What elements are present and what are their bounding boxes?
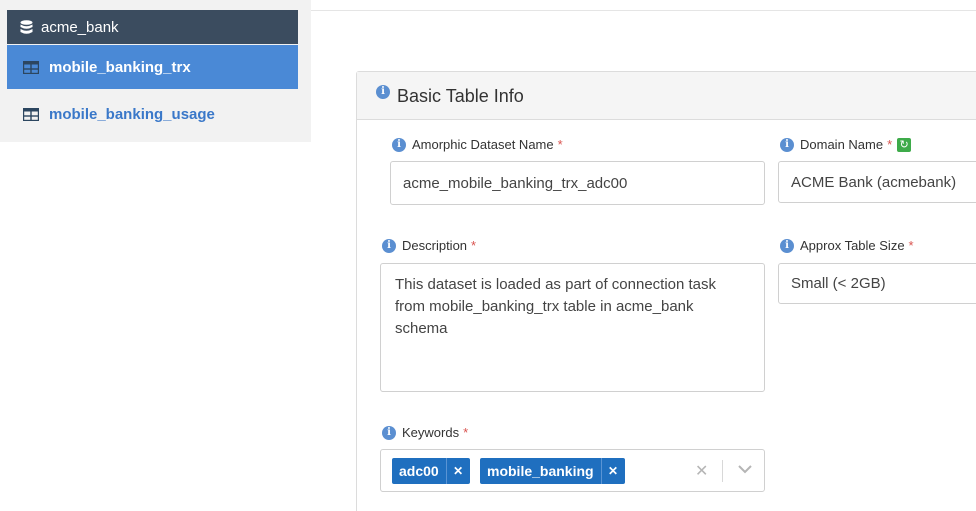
keyword-tag-adc00: adc00 ✕ [392,458,470,484]
dataset-name-input[interactable]: acme_mobile_banking_trx_adc00 [390,161,765,205]
info-icon[interactable]: i [392,137,406,152]
description-line: schema [395,320,448,337]
description-label: i Description * [382,238,476,253]
refresh-icon[interactable]: ↻ [897,137,912,152]
sidebar-item-label: mobile_banking_usage [49,105,215,123]
info-icon[interactable]: i [382,425,396,440]
sidebar: acme_bank mobile_banking_trx mobile_bank… [0,0,311,142]
database-icon [20,19,33,34]
required-mark: * [557,137,563,152]
table-size-label-text: Approx Table Size [800,238,905,253]
required-mark: * [463,425,469,440]
dropdown-separator [722,460,723,482]
keywords-label: i Keywords * [382,425,468,440]
panel-title: Basic Table Info [397,86,524,106]
table-size-select[interactable]: Small (< 2GB) [778,263,976,304]
sidebar-schema-acme-bank[interactable]: acme_bank [7,10,298,44]
remove-tag-icon[interactable]: ✕ [445,458,470,484]
description-line: This dataset is loaded as part of connec… [395,276,717,293]
info-icon[interactable]: i [780,137,794,152]
table-size-value: Small (< 2GB) [791,275,886,292]
required-mark: * [908,238,914,253]
info-icon[interactable]: i [780,238,794,253]
info-icon[interactable]: i [382,238,396,253]
table-size-label: i Approx Table Size * [780,238,914,253]
required-mark: * [471,238,477,253]
clear-all-icon[interactable]: ✕ [695,461,708,481]
keywords-multiselect[interactable]: adc00 ✕ mobile_banking ✕ ✕ [380,449,765,492]
sidebar-item-label: mobile_banking_trx [49,58,191,76]
required-mark: * [887,137,893,152]
keyword-tag-label: adc00 [399,463,439,479]
description-textarea[interactable]: This dataset is loaded as part of connec… [380,263,765,392]
dataset-name-value: acme_mobile_banking_trx_adc00 [403,174,628,192]
top-divider [311,10,976,11]
dataset-name-label: i Amorphic Dataset Name * [392,137,563,152]
keyword-tag-label: mobile_banking [487,463,594,479]
table-icon [23,107,39,121]
sidebar-schema-label: acme_bank [41,18,119,36]
info-icon[interactable]: i [376,85,390,99]
keyword-tag-mobile-banking: mobile_banking ✕ [480,458,625,484]
dataset-name-label-text: Amorphic Dataset Name [412,137,554,152]
sidebar-item-mobile-banking-usage[interactable]: mobile_banking_usage [7,92,298,136]
table-icon [23,60,39,74]
remove-tag-icon[interactable]: ✕ [600,458,625,484]
keywords-label-text: Keywords [402,425,460,440]
panel-header: i Basic Table Info [357,72,976,120]
domain-name-label: i Domain Name * ↻ [780,137,912,152]
description-line: from mobile_banking_trx table in acme_ba… [395,298,694,315]
domain-name-value: ACME Bank (acmebank) [791,173,957,191]
chevron-down-icon[interactable] [738,462,752,477]
domain-name-label-text: Domain Name [800,137,884,152]
sidebar-item-mobile-banking-trx[interactable]: mobile_banking_trx [7,45,298,89]
description-label-text: Description [402,238,468,253]
domain-name-select[interactable]: ACME Bank (acmebank) [778,161,976,203]
